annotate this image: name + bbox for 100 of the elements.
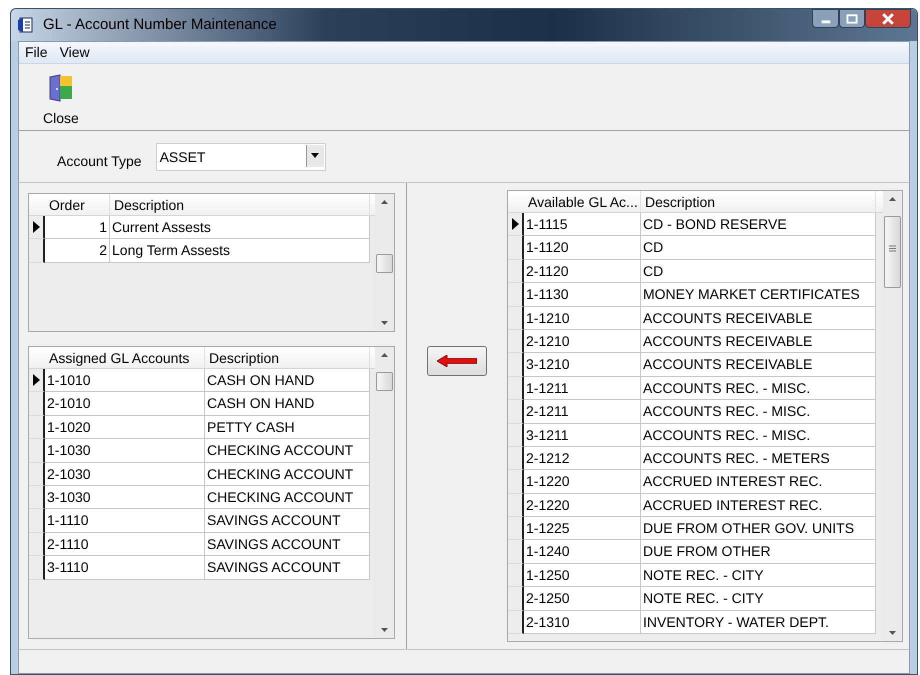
table-cell: ACCRUED INTEREST REC. bbox=[641, 470, 876, 494]
table-cell: NOTE REC. - CITY bbox=[641, 587, 876, 611]
maximize-button[interactable] bbox=[839, 9, 865, 28]
table-cell: 2-1010 bbox=[45, 392, 205, 416]
table-cell: 2-1212 bbox=[524, 446, 641, 470]
row-header[interactable] bbox=[29, 556, 45, 580]
table-cell: 2-1110 bbox=[45, 532, 205, 556]
row-header[interactable] bbox=[508, 446, 524, 470]
column-header[interactable]: Available GL Ac... bbox=[524, 191, 641, 212]
app-icon bbox=[17, 16, 35, 34]
table-cell: ACCOUNTS REC. - METERS bbox=[641, 446, 876, 470]
close-button[interactable]: Close bbox=[43, 74, 79, 129]
table-cell: CD - BOND RESERVE bbox=[641, 213, 876, 236]
table-cell: ACCRUED INTEREST REC. bbox=[641, 494, 876, 518]
table-cell: 1-1115 bbox=[524, 213, 641, 236]
account-type-dropdown[interactable]: ASSET bbox=[156, 142, 326, 170]
table-cell: 1-1250 bbox=[524, 564, 641, 588]
row-header[interactable] bbox=[508, 564, 524, 588]
table-cell: CHECKING ACCOUNT bbox=[205, 462, 370, 486]
table-cell: 2-1120 bbox=[524, 260, 641, 284]
row-header[interactable] bbox=[29, 439, 45, 463]
left-arrow-icon bbox=[437, 355, 477, 367]
row-header[interactable] bbox=[29, 532, 45, 556]
table-cell: ACCOUNTS REC. - MISC. bbox=[641, 376, 876, 400]
row-header[interactable] bbox=[508, 587, 524, 611]
column-header[interactable]: Description bbox=[205, 347, 370, 368]
table-cell: SAVINGS ACCOUNT bbox=[205, 556, 370, 580]
row-header[interactable] bbox=[508, 353, 524, 377]
row-header[interactable] bbox=[508, 306, 524, 330]
row-header[interactable] bbox=[508, 540, 524, 564]
table-cell: CASH ON HAND bbox=[205, 392, 370, 416]
table-cell: CASH ON HAND bbox=[205, 369, 370, 392]
scroll-down-icon bbox=[381, 321, 388, 325]
column-header[interactable]: Description bbox=[641, 191, 876, 212]
row-header[interactable] bbox=[29, 416, 45, 440]
table-cell: 1-1130 bbox=[524, 283, 641, 307]
table-cell: MONEY MARKET CERTIFICATES bbox=[641, 283, 876, 307]
row-header[interactable] bbox=[508, 494, 524, 518]
table-cell: 1-1220 bbox=[524, 470, 641, 494]
table-cell: CD bbox=[641, 236, 876, 260]
row-header[interactable] bbox=[508, 213, 524, 236]
column-header[interactable]: Assigned GL Accounts bbox=[45, 347, 205, 368]
scroll-up-icon bbox=[889, 197, 896, 201]
close-button[interactable] bbox=[865, 9, 911, 28]
table-cell: 1-1030 bbox=[45, 439, 205, 463]
table-cell: 1-1225 bbox=[524, 517, 641, 540]
minimize-button[interactable] bbox=[812, 9, 839, 28]
table-cell: CHECKING ACCOUNT bbox=[205, 486, 370, 510]
table-cell: ACCOUNTS RECEIVABLE bbox=[641, 353, 876, 377]
table-cell: 1-1010 bbox=[45, 369, 205, 392]
table-cell: 1-1110 bbox=[45, 509, 205, 533]
menu-item[interactable]: View bbox=[54, 42, 96, 63]
row-header[interactable] bbox=[508, 517, 524, 540]
maximize-icon bbox=[846, 14, 858, 24]
door-icon bbox=[48, 74, 74, 102]
table-cell: SAVINGS ACCOUNT bbox=[205, 509, 370, 533]
move-left-button[interactable] bbox=[427, 346, 487, 376]
row-header[interactable] bbox=[508, 330, 524, 354]
row-header[interactable] bbox=[508, 236, 524, 260]
row-header[interactable] bbox=[29, 486, 45, 510]
table-cell: 2-1250 bbox=[524, 587, 641, 611]
row-header[interactable] bbox=[508, 470, 524, 494]
dropdown-arrow-icon bbox=[311, 153, 320, 158]
row-header[interactable] bbox=[29, 216, 45, 240]
field-label: Account Type bbox=[57, 152, 142, 171]
table-cell: ACCOUNTS RECEIVABLE bbox=[641, 330, 876, 354]
table-cell: ACCOUNTS RECEIVABLE bbox=[641, 306, 876, 330]
table-cell: CHECKING ACCOUNT bbox=[205, 439, 370, 463]
table-cell: 1-1240 bbox=[524, 540, 641, 564]
table-cell: 3-1210 bbox=[524, 353, 641, 377]
column-header[interactable]: Order bbox=[45, 194, 110, 215]
row-header[interactable] bbox=[508, 376, 524, 400]
menu-item[interactable]: File bbox=[19, 42, 54, 63]
row-header[interactable] bbox=[29, 509, 45, 533]
row-header[interactable] bbox=[29, 369, 45, 392]
column-header[interactable]: Description bbox=[110, 194, 370, 215]
row-header[interactable] bbox=[29, 239, 45, 263]
table-cell: DUE FROM OTHER GOV. UNITS bbox=[641, 517, 876, 540]
row-header[interactable] bbox=[508, 283, 524, 307]
close-icon bbox=[882, 12, 894, 26]
row-header[interactable] bbox=[508, 260, 524, 284]
table-cell: NOTE REC. - CITY bbox=[641, 564, 876, 588]
table-cell: Current Assests bbox=[110, 216, 370, 240]
scroll-down-icon bbox=[381, 628, 388, 632]
table-cell: 3-1211 bbox=[524, 424, 641, 447]
table-cell: 1-1210 bbox=[524, 306, 641, 330]
table-cell: 1 bbox=[45, 216, 110, 240]
window-title: GL - Account Number Maintenance bbox=[43, 14, 277, 35]
table-cell: 1-1120 bbox=[524, 236, 641, 260]
scroll-thumb[interactable] bbox=[376, 372, 393, 391]
table-cell: 2-1310 bbox=[524, 610, 641, 634]
row-header[interactable] bbox=[508, 610, 524, 634]
scroll-thumb[interactable] bbox=[376, 254, 393, 273]
table-cell: 1-1211 bbox=[524, 376, 641, 400]
row-header[interactable] bbox=[508, 400, 524, 424]
row-header[interactable] bbox=[508, 424, 524, 447]
scroll-thumb[interactable] bbox=[884, 216, 901, 288]
scroll-up-icon bbox=[381, 200, 388, 204]
row-header[interactable] bbox=[29, 392, 45, 416]
row-header[interactable] bbox=[29, 462, 45, 486]
